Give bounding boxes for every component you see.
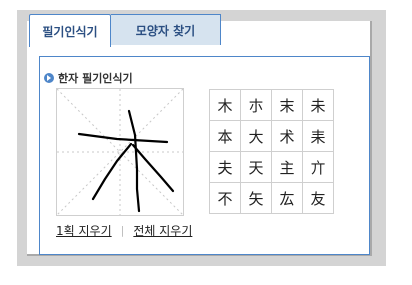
- arrow-bullet-icon: [44, 73, 54, 83]
- tab-handwriting-recognizer[interactable]: 필기인식기: [29, 14, 111, 47]
- candidate-cell[interactable]: 木: [210, 90, 241, 121]
- candidate-cell[interactable]: 术: [272, 121, 303, 152]
- section-title: 한자 필기인식기: [44, 70, 133, 86]
- divider: |: [120, 224, 125, 237]
- candidate-cell[interactable]: 耒: [303, 121, 334, 152]
- candidate-cell[interactable]: 夫: [210, 152, 241, 183]
- candidate-cell[interactable]: 朩: [241, 90, 272, 121]
- candidate-cell[interactable]: 主: [272, 152, 303, 183]
- candidate-cell[interactable]: 厷: [272, 183, 303, 214]
- candidate-cell[interactable]: 末: [272, 90, 303, 121]
- tab-radical-search[interactable]: 모양자 찾기: [111, 14, 221, 45]
- tab-label: 모양자 찾기: [135, 23, 196, 38]
- undo-stroke-link[interactable]: 1획 지우기: [56, 222, 112, 239]
- candidate-cell[interactable]: 不: [210, 183, 241, 214]
- candidate-grid: 木 朩 末 未 本 大 术 耒 夫 天 主 亣 不 矢 厷 友: [209, 89, 334, 214]
- candidate-cell[interactable]: 矢: [241, 183, 272, 214]
- section-title-text: 한자 필기인식기: [58, 72, 133, 85]
- tab-label: 필기인식기: [42, 24, 98, 39]
- clear-all-link[interactable]: 전체 지우기: [133, 222, 192, 239]
- candidate-cell[interactable]: 大: [241, 121, 272, 152]
- candidate-cell[interactable]: 友: [303, 183, 334, 214]
- candidate-cell[interactable]: 本: [210, 121, 241, 152]
- candidate-cell[interactable]: 天: [241, 152, 272, 183]
- handwriting-canvas[interactable]: [56, 88, 184, 216]
- canvas-actions: 1획 지우기 | 전체 지우기: [56, 222, 192, 239]
- candidate-cell[interactable]: 未: [303, 90, 334, 121]
- canvas-drawing: [56, 88, 184, 216]
- candidate-cell[interactable]: 亣: [303, 152, 334, 183]
